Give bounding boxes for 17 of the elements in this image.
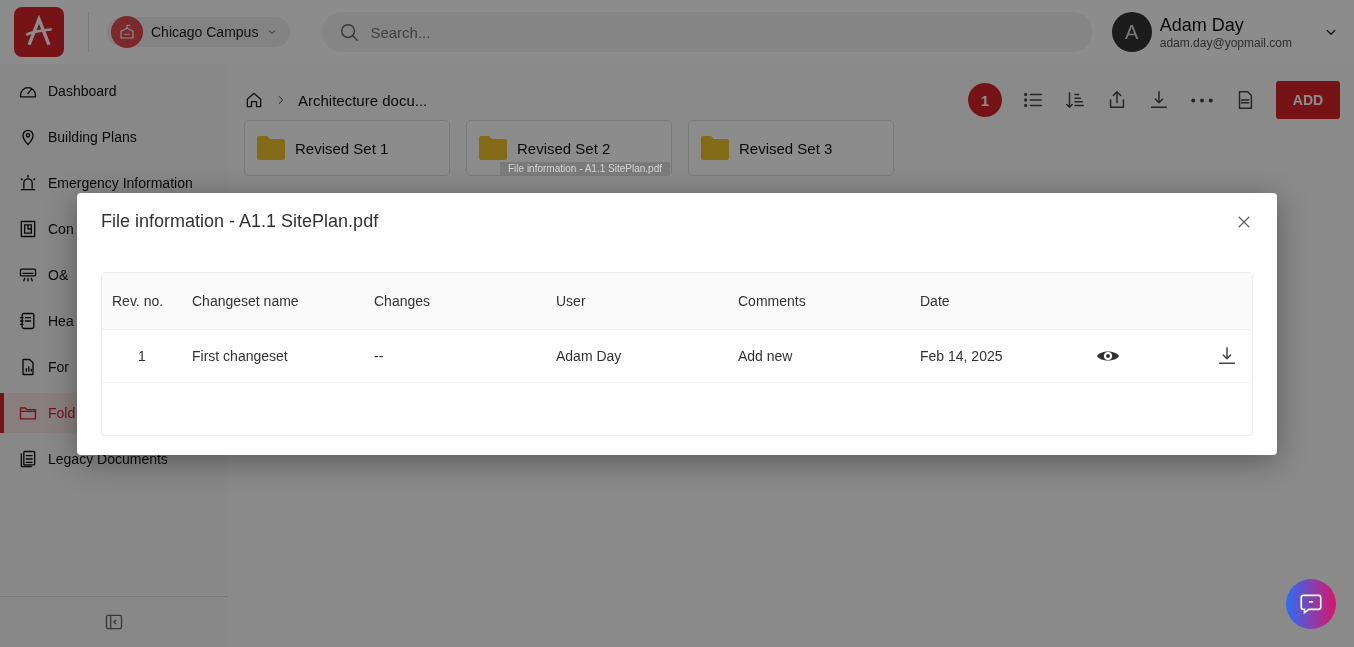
user-email: adam.day@yopmail.com — [1159, 35, 1292, 50]
column-header: Comments — [737, 293, 807, 309]
tooltip: File information - A1.1 SitePlan.pdf — [500, 162, 670, 175]
table-cell-text: 1 — [137, 348, 147, 364]
table-cell-text: First changeset — [191, 348, 289, 364]
table-cell-text: -- — [373, 348, 385, 364]
column-header: User — [555, 293, 587, 309]
count-badge: 1 — [968, 83, 1002, 117]
table-cell-text: Add new — [737, 348, 794, 364]
table-cell-text: Adam Day — [555, 348, 623, 364]
column-header: Rev. no. — [111, 293, 165, 309]
column-header: Date — [919, 293, 951, 309]
dialog-title: File information - A1.1 SitePlan.pdf — [101, 211, 379, 232]
column-header: Changes — [373, 293, 432, 309]
table-cell-text: Feb 14, 2025 — [919, 348, 1004, 364]
column-header: Changeset name — [191, 293, 300, 309]
user-name: Adam Day — [1159, 14, 1245, 36]
